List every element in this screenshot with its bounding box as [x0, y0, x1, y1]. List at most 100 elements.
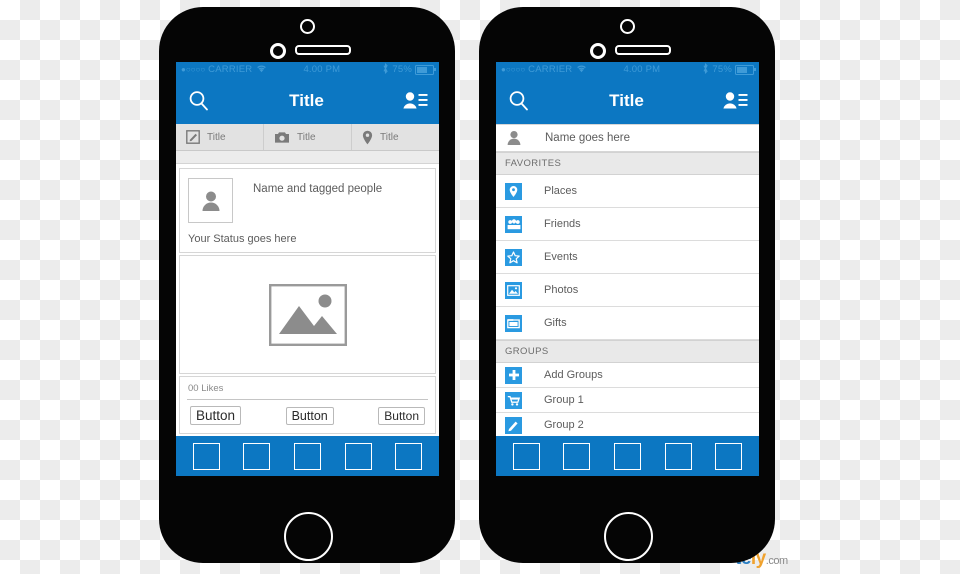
list-item-photos[interactable]: Photos	[496, 274, 759, 307]
star-icon	[505, 248, 522, 266]
home-button[interactable]	[604, 512, 653, 561]
list-item-add-groups[interactable]: Add Groups	[496, 363, 759, 388]
left-tab-strip: Title Title Title	[176, 124, 439, 151]
tab-location[interactable]: Title	[352, 124, 439, 150]
tab-compose[interactable]: Title	[176, 124, 264, 150]
list-item-group-1[interactable]: Group 1	[496, 388, 759, 413]
bottom-tab-4[interactable]	[664, 442, 692, 470]
bottom-tab-1[interactable]	[192, 442, 220, 470]
page-title: Title	[289, 90, 324, 110]
battery-icon	[415, 64, 436, 75]
tab-camera[interactable]: Title	[264, 124, 352, 150]
bottom-tab-3[interactable]	[613, 442, 641, 470]
list-item-label: Group 2	[544, 419, 584, 431]
carrier-label: CARRIER	[208, 64, 253, 75]
tab-location-label: Title	[380, 131, 399, 143]
list-item-label: Group 1	[544, 394, 584, 406]
contacts-icon[interactable]	[402, 90, 428, 112]
wifi-icon	[256, 64, 267, 75]
bottom-tab-1[interactable]	[512, 442, 540, 470]
list-item-events[interactable]: Events	[496, 241, 759, 274]
watermark-part-c: .com	[765, 555, 788, 567]
post-status-text: Your Status goes here	[188, 233, 297, 245]
folder-icon	[505, 314, 522, 332]
bluetooth-icon	[702, 62, 709, 76]
list-item-places[interactable]: Places	[496, 175, 759, 208]
location-icon	[362, 130, 373, 144]
left-bottom-tab-bar	[176, 436, 439, 476]
right-phone-screen: ●○○○○ CARRIER 4.00 PM 75% Title Name goe…	[496, 62, 759, 476]
page-title: Title	[609, 90, 644, 110]
wifi-icon	[576, 64, 587, 75]
clock-label: 4.00 PM	[303, 64, 341, 75]
right-nav-bar: Title	[496, 77, 759, 124]
bottom-tab-4[interactable]	[344, 442, 372, 470]
left-phone-screen: ●○○○○ CARRIER 4.00 PM 75% Title Title Ti…	[176, 62, 439, 476]
action-button-2[interactable]: Button	[285, 406, 334, 425]
bottom-tab-2[interactable]	[563, 442, 591, 470]
bottom-tab-5[interactable]	[715, 442, 743, 470]
left-status-bar: ●○○○○ CARRIER 4.00 PM 75%	[176, 62, 439, 77]
list-item-group-2[interactable]: Group 2	[496, 413, 759, 438]
search-icon[interactable]	[187, 89, 211, 113]
post-header: Name and tagged people	[180, 169, 435, 223]
content-spacer	[176, 151, 439, 164]
carrier-label: CARRIER	[528, 64, 573, 75]
action-button-1[interactable]: Button	[190, 406, 242, 425]
post-photo-card	[179, 255, 436, 374]
camera-icon	[275, 131, 289, 143]
friends-icon	[505, 215, 522, 233]
battery-percent-label: 75%	[392, 64, 412, 75]
person-avatar-icon	[507, 131, 521, 145]
plus-icon	[505, 366, 522, 384]
bluetooth-icon	[382, 62, 389, 76]
photo-icon	[505, 281, 522, 299]
home-button[interactable]	[284, 512, 333, 561]
tab-compose-label: Title	[207, 131, 226, 143]
pencil-icon	[505, 416, 522, 434]
front-camera-icon	[620, 19, 635, 34]
section-header-favorites: FAVORITES	[496, 152, 759, 175]
action-button-3[interactable]: Button	[378, 406, 425, 425]
profile-name-label: Name goes here	[545, 132, 631, 144]
location-pin-icon	[505, 182, 522, 200]
screenshot-canvas: tely.com ●○○○○ CARRIER 4.00 PM 75%	[0, 0, 960, 574]
bottom-tab-5[interactable]	[395, 442, 423, 470]
right-phone-frame: ●○○○○ CARRIER 4.00 PM 75% Title Name goe…	[479, 7, 775, 563]
battery-icon	[735, 64, 756, 75]
search-icon[interactable]	[507, 89, 531, 113]
right-status-bar: ●○○○○ CARRIER 4.00 PM 75%	[496, 62, 759, 77]
list-item-label: Events	[544, 251, 578, 263]
front-camera-icon	[300, 19, 315, 34]
sensor-icon	[270, 43, 286, 59]
list-item-label: Friends	[544, 218, 581, 230]
list-item-label: Add Groups	[544, 369, 603, 381]
cart-icon	[505, 391, 522, 409]
signal-dots-icon: ●○○○○	[501, 65, 526, 74]
likes-count-label: 00 Likes	[188, 383, 224, 394]
list-item-label: Gifts	[544, 317, 567, 329]
bottom-tab-3[interactable]	[293, 442, 321, 470]
tab-camera-label: Title	[297, 131, 316, 143]
clock-label: 4.00 PM	[623, 64, 661, 75]
post-card: Name and tagged people Your Status goes …	[179, 168, 436, 253]
section-header-groups: GROUPS	[496, 340, 759, 363]
profile-row[interactable]: Name goes here	[496, 124, 759, 152]
battery-percent-label: 75%	[712, 64, 732, 75]
contacts-icon[interactable]	[722, 90, 748, 112]
image-placeholder-icon	[268, 283, 347, 346]
list-item-friends[interactable]: Friends	[496, 208, 759, 241]
avatar	[188, 178, 233, 223]
left-nav-bar: Title	[176, 77, 439, 124]
list-item-label: Places	[544, 185, 578, 197]
post-author-label: Name and tagged people	[253, 183, 383, 195]
signal-dots-icon: ●○○○○	[181, 65, 206, 74]
sensor-icon	[590, 43, 606, 59]
list-item-gifts[interactable]: Gifts	[496, 307, 759, 340]
right-bottom-tab-bar	[496, 436, 759, 476]
bottom-tab-2[interactable]	[243, 442, 271, 470]
person-avatar-icon	[202, 191, 219, 211]
left-phone-frame: ●○○○○ CARRIER 4.00 PM 75% Title Title Ti…	[159, 7, 455, 563]
list-item-label: Photos	[544, 284, 579, 296]
compose-icon	[186, 130, 200, 144]
